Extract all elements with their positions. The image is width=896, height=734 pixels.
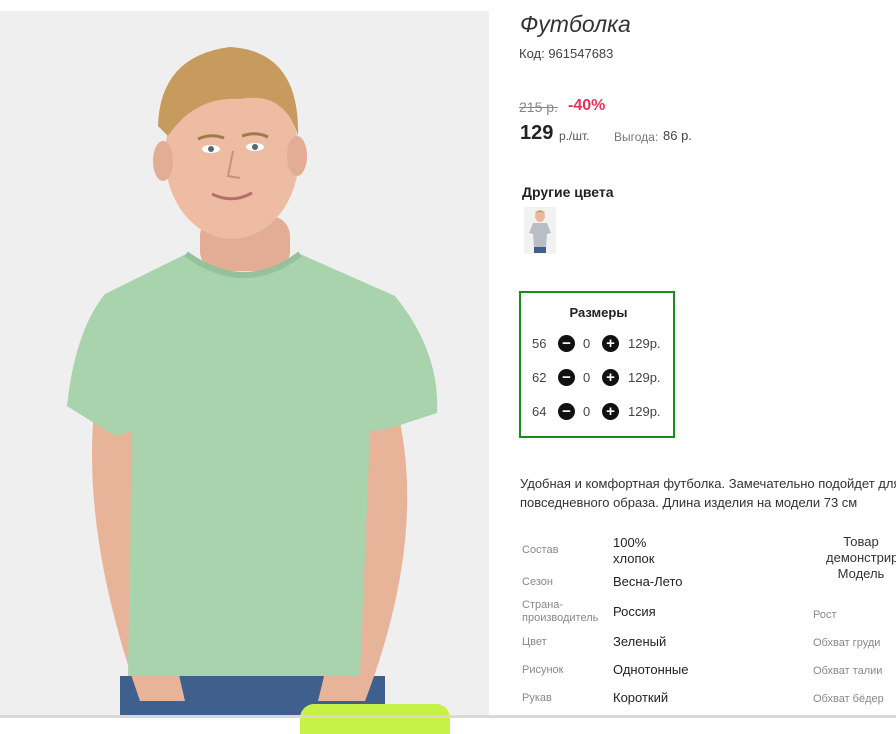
plus-icon[interactable]: +	[602, 369, 619, 386]
other-colors-title: Другие цвета	[522, 184, 614, 200]
size-quantity: 0	[583, 336, 591, 351]
minus-icon[interactable]: −	[558, 335, 575, 352]
add-to-cart-button[interactable]	[300, 704, 450, 734]
size-label: 62	[532, 370, 547, 385]
product-photo[interactable]	[0, 11, 489, 718]
property-label: Состав	[522, 544, 559, 556]
current-price: 129	[520, 122, 554, 144]
product-title: Футболка	[520, 11, 631, 37]
minus-icon[interactable]: −	[558, 403, 575, 420]
benefit-label: Выгода:	[614, 130, 659, 144]
plus-icon[interactable]: +	[602, 403, 619, 420]
model-in-green-tshirt-image	[0, 11, 489, 718]
description-line: повседневного образа. Длина изделия на м…	[520, 495, 858, 510]
model-note-line: Модель	[837, 566, 885, 581]
size-row-64: 64 − 0 + 129р.	[521, 402, 673, 422]
property-label: Рисунок	[522, 664, 564, 676]
sizes-selector: Размеры 56 − 0 + 129р. 62 − 0 + 129р. 64…	[519, 291, 675, 438]
benefit-value: 86 р.	[663, 128, 692, 143]
size-price: 129р.	[628, 336, 661, 351]
size-row-62: 62 − 0 + 129р.	[521, 368, 673, 388]
minus-icon[interactable]: −	[558, 369, 575, 386]
property-value: 100% хлопок	[613, 535, 655, 566]
model-param-label: Обхват бёдер	[813, 693, 884, 705]
old-price: 215 р.	[519, 99, 558, 115]
model-note-line: демонстрирует	[826, 550, 896, 565]
property-label: Сезон	[522, 576, 553, 588]
size-label: 64	[532, 404, 547, 419]
size-row-56: 56 − 0 + 129р.	[521, 334, 673, 354]
size-price: 129р.	[628, 404, 661, 419]
model-note-line: Товар	[843, 534, 879, 549]
size-price: 129р.	[628, 370, 661, 385]
property-value: Россия	[613, 604, 656, 619]
model-param-label: Рост	[813, 609, 837, 621]
model-info-note: Товар демонстрирует Модель	[826, 534, 896, 582]
plus-icon[interactable]: +	[602, 335, 619, 352]
property-value: Зеленый	[613, 634, 667, 649]
description-line: Удобная и комфортная футболка. Замечател…	[520, 476, 896, 491]
size-quantity: 0	[583, 370, 591, 385]
property-label: Цвет	[522, 636, 547, 648]
price-unit: р./шт.	[559, 129, 590, 143]
property-label: Страна-производитель	[522, 599, 599, 624]
property-value: Короткий	[613, 690, 669, 705]
model-param-label: Обхват груди	[813, 637, 881, 649]
product-code: Код: 961547683	[519, 46, 614, 61]
size-quantity: 0	[583, 404, 591, 419]
property-value: Однотонные	[613, 662, 689, 677]
grey-tshirt-thumbnail-image	[524, 207, 556, 254]
property-value: Весна-Лето	[613, 574, 683, 589]
sizes-title: Размеры	[569, 305, 628, 320]
product-description: Удобная и комфортная футболка. Замечател…	[520, 474, 896, 512]
discount-badge: -40%	[568, 97, 606, 114]
property-label: Рукав	[522, 692, 552, 704]
color-variant-grey-thumbnail[interactable]	[524, 207, 556, 254]
size-label: 56	[532, 336, 547, 351]
model-param-label: Обхват талии	[813, 665, 883, 677]
